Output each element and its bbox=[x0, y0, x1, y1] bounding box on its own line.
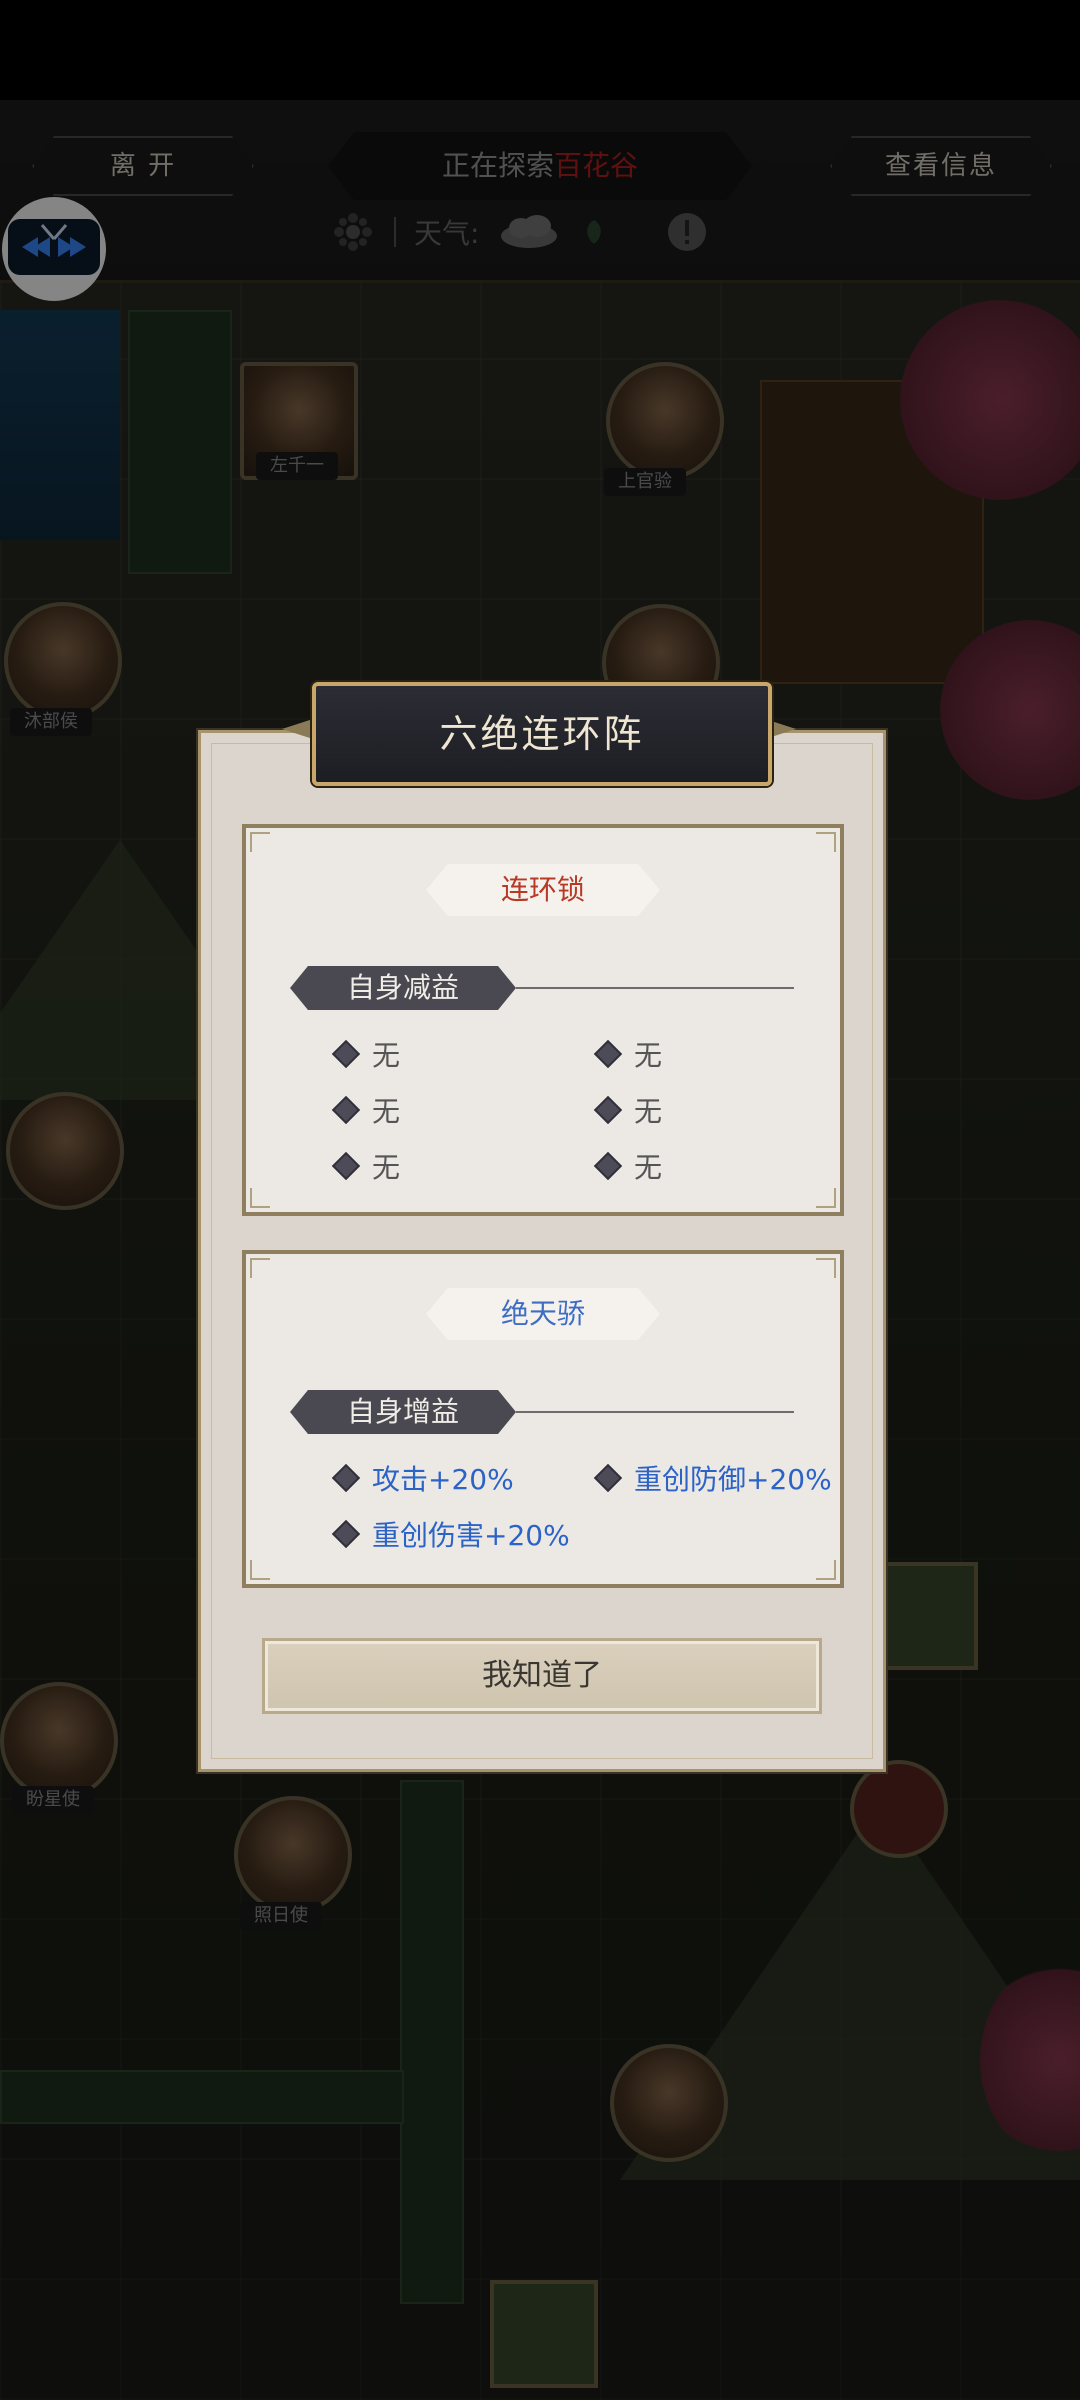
buff-card: 绝天骄 自身增益 攻击+20% 重创防御+20% 重创伤害+20% bbox=[242, 1250, 844, 1588]
debuff-item: 无 bbox=[331, 1146, 400, 1186]
buff-item: 重创防御+20% bbox=[593, 1458, 832, 1498]
debuff-card: 连环锁 自身减益 无 无 无 无 无 无 bbox=[242, 824, 844, 1216]
diamond-bullet-icon bbox=[331, 1463, 361, 1493]
corner-ornament bbox=[250, 1560, 270, 1580]
diamond-bullet-icon bbox=[331, 1039, 361, 1069]
debuff-item: 无 bbox=[331, 1034, 400, 1074]
diamond-bullet-icon bbox=[593, 1095, 623, 1125]
corner-ornament bbox=[250, 1258, 270, 1278]
buff-section-tab: 自身增益 bbox=[290, 1390, 516, 1434]
diamond-bullet-icon bbox=[593, 1039, 623, 1069]
buff-item: 重创伤害+20% bbox=[331, 1514, 570, 1554]
corner-ornament bbox=[250, 832, 270, 852]
corner-ornament bbox=[250, 1188, 270, 1208]
corner-ornament bbox=[816, 1258, 836, 1278]
corner-ornament bbox=[816, 1560, 836, 1580]
debuff-section-tab: 自身减益 bbox=[290, 966, 516, 1010]
diamond-bullet-icon bbox=[331, 1095, 361, 1125]
confirm-button[interactable]: 我知道了 bbox=[262, 1638, 822, 1714]
diamond-bullet-icon bbox=[331, 1519, 361, 1549]
diamond-bullet-icon bbox=[593, 1463, 623, 1493]
buff-ribbon: 绝天骄 bbox=[426, 1288, 660, 1340]
diamond-bullet-icon bbox=[331, 1151, 361, 1181]
debuff-ribbon: 连环锁 bbox=[426, 864, 660, 916]
diamond-bullet-icon bbox=[593, 1151, 623, 1181]
debuff-item: 无 bbox=[593, 1090, 662, 1130]
buff-item: 攻击+20% bbox=[331, 1458, 514, 1498]
corner-ornament bbox=[816, 1188, 836, 1208]
debuff-item: 无 bbox=[593, 1034, 662, 1074]
section-divider bbox=[516, 987, 794, 989]
debuff-item: 无 bbox=[331, 1090, 400, 1130]
debuff-item: 无 bbox=[593, 1146, 662, 1186]
section-divider bbox=[516, 1411, 794, 1413]
dialog-title: 六绝连环阵 bbox=[312, 682, 772, 786]
corner-ornament bbox=[816, 832, 836, 852]
